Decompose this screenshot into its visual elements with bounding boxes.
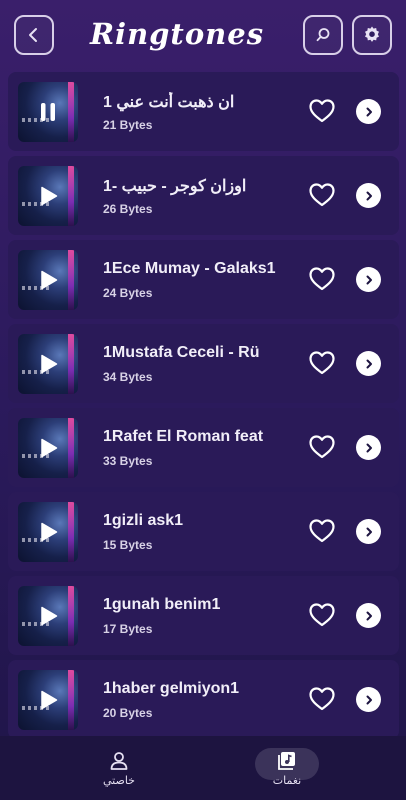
details-button[interactable] — [356, 435, 381, 460]
chevron-right-icon — [366, 527, 372, 536]
ringtone-item[interactable]: 1Rafet El Roman feat 33 Bytes — [8, 408, 399, 487]
ringtone-artwork — [18, 334, 78, 394]
ringtone-size: 33 Bytes — [103, 454, 153, 468]
play-button[interactable] — [35, 267, 61, 293]
chevron-right-icon — [366, 695, 372, 704]
ringtone-artwork — [18, 586, 78, 646]
play-button[interactable] — [35, 435, 61, 461]
ringtone-artwork — [18, 250, 78, 310]
chevron-left-icon — [29, 28, 37, 42]
play-button[interactable] — [35, 351, 61, 377]
favorite-heart-icon[interactable] — [308, 602, 336, 628]
ringtone-size: 26 Bytes — [103, 202, 153, 216]
ringtone-artwork — [18, 166, 78, 226]
pause-button[interactable] — [35, 99, 61, 125]
chevron-right-icon — [366, 443, 372, 452]
artwork-neon-stripe — [68, 166, 74, 226]
favorite-heart-icon[interactable] — [308, 98, 336, 124]
ringtone-item[interactable]: 1Ece Mumay - Galaks1 24 Bytes — [8, 240, 399, 319]
ringtone-size: 34 Bytes — [103, 370, 153, 384]
favorite-heart-icon[interactable] — [308, 518, 336, 544]
ringtone-item[interactable]: 1Mustafa Ceceli - Rü 34 Bytes — [8, 324, 399, 403]
app-header: Ringtones — [0, 0, 406, 70]
chevron-right-icon — [366, 611, 372, 620]
ringtone-item[interactable]: 1haber gelmiyon1 20 Bytes — [8, 660, 399, 739]
nav-label-profile: خاصتي — [103, 773, 135, 787]
artwork-neon-stripe — [68, 502, 74, 562]
artwork-neon-stripe — [68, 82, 74, 142]
play-icon — [41, 606, 58, 626]
search-icon — [316, 28, 330, 42]
nav-item-tones[interactable]: نغمات — [242, 736, 332, 800]
ringtone-title: 1gizli ask1 — [103, 512, 184, 529]
details-button[interactable] — [356, 603, 381, 628]
details-button[interactable] — [356, 183, 381, 208]
chevron-right-icon — [366, 359, 372, 368]
search-button[interactable] — [303, 15, 343, 55]
chevron-right-icon — [366, 191, 372, 200]
details-button[interactable] — [356, 687, 381, 712]
artwork-neon-stripe — [68, 250, 74, 310]
artwork-neon-stripe — [68, 418, 74, 478]
play-icon — [41, 522, 58, 542]
play-icon — [41, 186, 58, 206]
ringtone-title: 1gunah benim1 — [103, 596, 221, 613]
favorite-heart-icon[interactable] — [308, 686, 336, 712]
back-button[interactable] — [14, 15, 54, 55]
artwork-neon-stripe — [68, 334, 74, 394]
play-icon — [41, 438, 58, 458]
favorite-heart-icon[interactable] — [308, 266, 336, 292]
ringtone-title: 1Rafet El Roman feat — [103, 428, 264, 445]
nav-label-tones: نغمات — [272, 773, 302, 787]
ringtone-item[interactable]: 1 ان ذهبت أنت عني 21 Bytes — [8, 72, 399, 151]
person-icon — [110, 751, 128, 770]
artwork-neon-stripe — [68, 670, 74, 730]
play-icon — [41, 354, 58, 374]
play-button[interactable] — [35, 183, 61, 209]
app-title: Ringtones — [89, 17, 265, 51]
ringtone-title: 1Mustafa Ceceli - Rü — [103, 344, 260, 361]
play-button[interactable] — [35, 687, 61, 713]
nav-item-profile[interactable]: خاصتي — [74, 736, 164, 800]
ringtone-size: 21 Bytes — [103, 118, 153, 132]
favorite-heart-icon[interactable] — [308, 182, 336, 208]
details-button[interactable] — [356, 99, 381, 124]
ringtone-title: 1Ece Mumay - Galaks1 — [103, 260, 276, 277]
ringtone-artwork — [18, 82, 78, 142]
play-icon — [41, 270, 58, 290]
ringtone-title: 1 ان ذهبت أنت عني — [103, 94, 235, 111]
details-button[interactable] — [356, 351, 381, 376]
favorite-heart-icon[interactable] — [308, 434, 336, 460]
bottom-nav: خاصتي نغمات — [0, 736, 406, 800]
ringtone-item[interactable]: 1- اوزان كوجر - حبيب 26 Bytes — [8, 156, 399, 235]
ringtone-title: 1- اوزان كوجر - حبيب — [103, 178, 247, 195]
ringtone-artwork — [18, 502, 78, 562]
ringtone-size: 24 Bytes — [103, 286, 153, 300]
play-button[interactable] — [35, 603, 61, 629]
favorite-heart-icon[interactable] — [308, 350, 336, 376]
pause-icon — [41, 103, 55, 121]
chevron-right-icon — [366, 275, 372, 284]
chevron-right-icon — [366, 107, 372, 116]
gear-icon — [365, 26, 379, 42]
play-icon — [41, 690, 58, 710]
ringtone-title: 1haber gelmiyon1 — [103, 680, 240, 697]
play-button[interactable] — [35, 519, 61, 545]
ringtone-size: 15 Bytes — [103, 538, 153, 552]
details-button[interactable] — [356, 267, 381, 292]
ringtone-artwork — [18, 670, 78, 730]
ringtone-size: 17 Bytes — [103, 622, 153, 636]
ringtone-size: 20 Bytes — [103, 706, 153, 720]
ringtone-item[interactable]: 1gizli ask1 15 Bytes — [8, 492, 399, 571]
settings-button[interactable] — [352, 15, 392, 55]
artwork-neon-stripe — [68, 586, 74, 646]
ringtone-artwork — [18, 418, 78, 478]
music-library-icon — [278, 751, 295, 770]
details-button[interactable] — [356, 519, 381, 544]
ringtone-item[interactable]: 1gunah benim1 17 Bytes — [8, 576, 399, 655]
